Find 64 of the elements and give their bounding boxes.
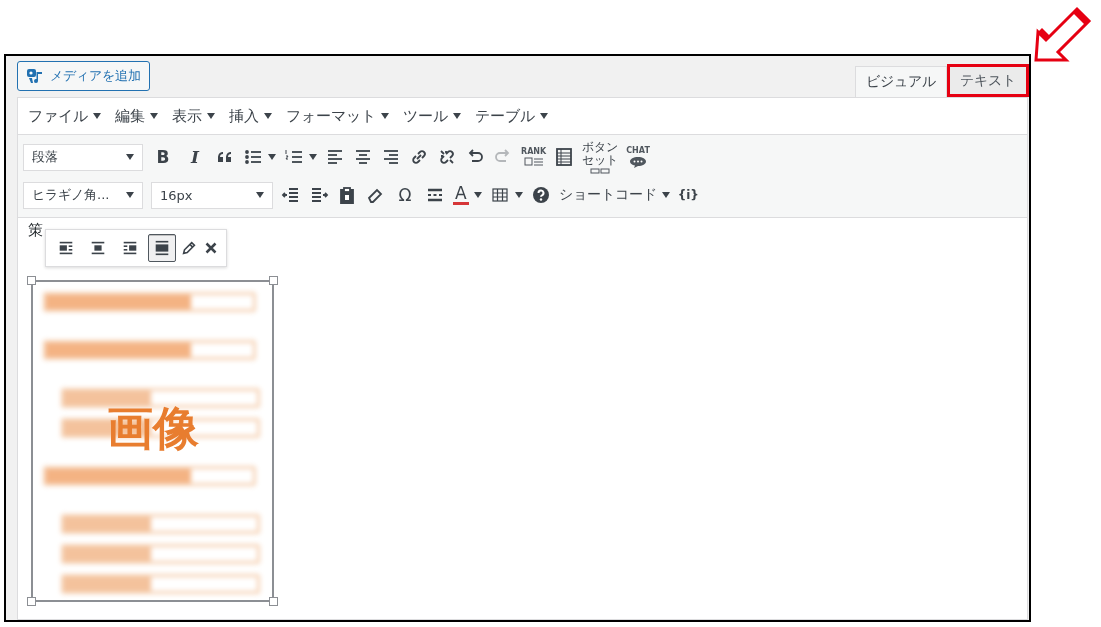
resize-handle[interactable] <box>269 597 278 606</box>
caret-icon <box>150 113 158 119</box>
caret-icon <box>540 113 548 119</box>
menu-item[interactable]: ファイル <box>28 106 101 126</box>
caret-icon <box>381 113 389 119</box>
special-character-button[interactable]: Ω <box>393 182 417 208</box>
caret-icon <box>309 154 317 160</box>
align-right-icon[interactable] <box>381 147 401 167</box>
add-media-button[interactable]: メディアを追加 <box>17 61 150 91</box>
ranking-button[interactable]: RANK <box>521 147 547 156</box>
menu-item[interactable]: 挿入 <box>229 106 272 126</box>
speech-bubble-icon[interactable] <box>629 156 648 168</box>
align-center-icon <box>89 239 107 257</box>
menu-item[interactable]: 表示 <box>172 106 215 126</box>
align-center-icon[interactable] <box>353 147 373 167</box>
font-family-select[interactable]: ヒラギノ角... <box>23 181 143 209</box>
blurred-image[interactable] <box>31 280 274 602</box>
italic-button[interactable]: I <box>183 144 207 170</box>
text-color-button[interactable]: A <box>453 185 469 205</box>
caret-icon <box>256 192 264 198</box>
caret-icon <box>473 192 482 198</box>
shortcode-menu[interactable]: ショートコード <box>558 186 670 204</box>
caret-icon <box>207 113 215 119</box>
help-icon[interactable] <box>530 185 551 205</box>
variable-button[interactable]: {i} <box>677 188 699 202</box>
caret-icon <box>453 113 461 119</box>
menu-item[interactable]: テーブル <box>475 106 548 126</box>
caret-icon <box>264 113 272 119</box>
align-none-icon <box>153 239 171 257</box>
alignment-button[interactable] <box>148 234 176 262</box>
resize-handle[interactable] <box>27 597 36 606</box>
caret-icon <box>93 113 101 119</box>
format-select[interactable]: 段落 <box>23 143 143 171</box>
outdent-icon[interactable] <box>281 185 301 205</box>
editor-tab[interactable]: テキスト <box>947 64 1029 97</box>
resize-handle[interactable] <box>269 276 278 285</box>
unlink-icon[interactable] <box>437 147 457 167</box>
media-icon <box>26 68 44 84</box>
menu-item[interactable]: フォーマット <box>286 106 389 126</box>
font-size-select[interactable]: 16px <box>151 181 273 209</box>
caret-icon <box>661 192 670 198</box>
link-icon[interactable] <box>409 147 429 167</box>
menu-item[interactable]: ツール <box>403 106 461 126</box>
resize-handle[interactable] <box>27 276 36 285</box>
caret-icon <box>126 154 134 160</box>
paste-icon[interactable] <box>337 185 357 205</box>
caret-icon <box>126 192 134 198</box>
pencil-icon[interactable] <box>180 239 198 257</box>
table-icon[interactable] <box>489 185 510 205</box>
align-left-icon <box>57 239 75 257</box>
align-right-icon <box>121 239 139 257</box>
chat-button[interactable]: CHAT <box>626 146 650 155</box>
caret-icon <box>514 192 523 198</box>
table-list-icon[interactable] <box>554 147 575 167</box>
menu-item[interactable]: 編集 <box>115 106 158 126</box>
indent-icon[interactable] <box>309 185 329 205</box>
caret-icon <box>268 154 276 160</box>
button-set-button[interactable]: ボタンセット <box>582 140 619 167</box>
bullet-list-icon[interactable] <box>243 147 263 167</box>
editor-tab[interactable]: ビジュアル <box>855 66 947 97</box>
bold-button[interactable]: B <box>151 144 175 170</box>
align-left-icon[interactable] <box>325 147 345 167</box>
paragraph-text: 策 <box>28 221 43 239</box>
button-pair-icon[interactable] <box>590 167 611 174</box>
